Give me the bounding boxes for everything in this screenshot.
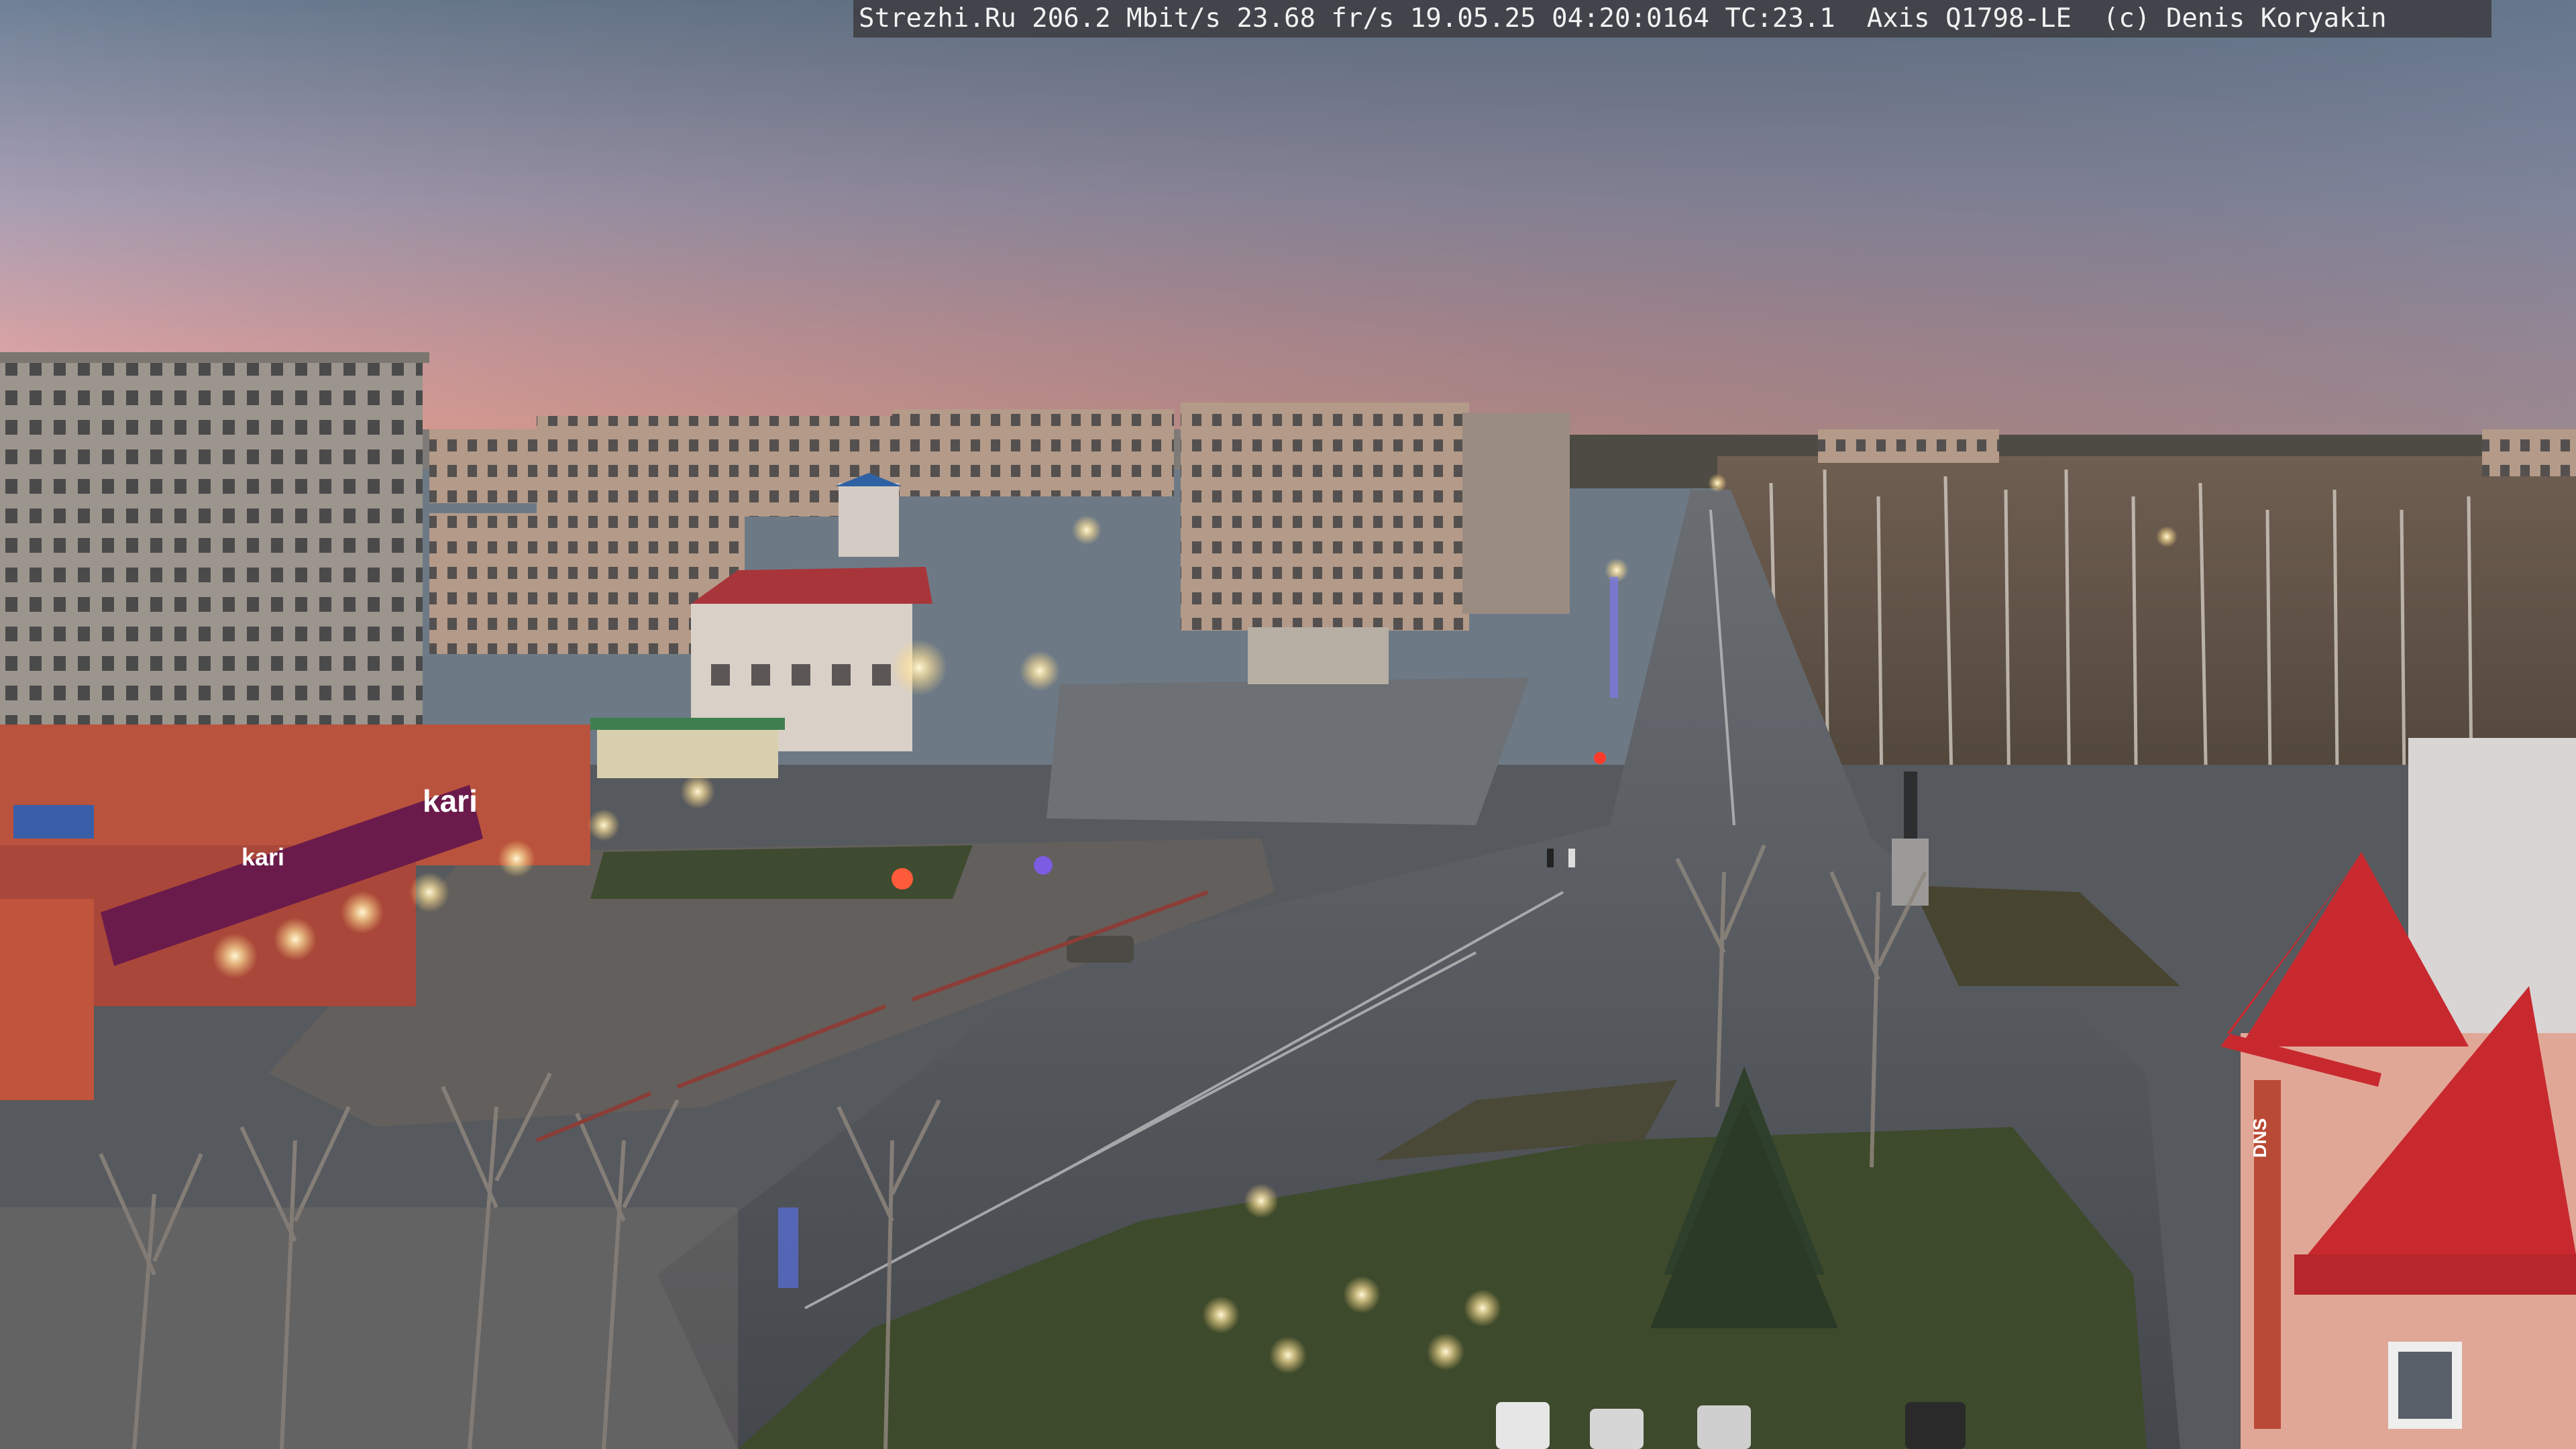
store-sign: kari	[423, 784, 478, 818]
camera-frame: kari kari DNS Strezhi.Ru 206.2 Mbit/s 23…	[0, 0, 2576, 1449]
store-sign-small: kari	[241, 843, 284, 871]
right-building-sign: DNS	[2249, 1118, 2270, 1158]
red-turret-right	[2294, 1254, 2576, 1295]
camera-overlay-text: Strezhi.Ru 206.2 Mbit/s 23.68 fr/s 19.05…	[853, 0, 2491, 38]
left-apartment-block	[0, 352, 429, 788]
lawn-left	[590, 845, 973, 899]
city-street-scene: kari kari DNS	[0, 0, 2576, 1449]
central-highrise	[1181, 402, 1570, 684]
central-square	[1046, 678, 1529, 825]
